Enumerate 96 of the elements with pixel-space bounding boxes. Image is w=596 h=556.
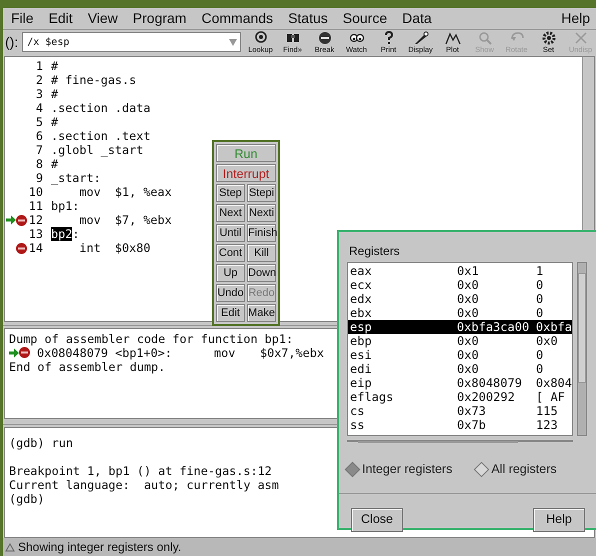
code-line: .globl _start: [51, 143, 144, 157]
menu-item[interactable]: Edit: [48, 8, 73, 29]
code-line: _start:: [51, 171, 101, 185]
argument-label: ():: [5, 32, 20, 52]
line-number: 11: [28, 199, 43, 213]
command-button[interactable]: Make: [247, 304, 276, 322]
line-number: 5: [34, 115, 43, 129]
stop-sign-icon: [316, 30, 332, 46]
register-row[interactable]: edi 0x0 0: [348, 362, 572, 376]
line-number: 14: [28, 241, 43, 255]
code-line: mov $1, %eax: [78, 185, 172, 199]
code-line: .section .data: [51, 101, 150, 115]
command-button[interactable]: Next: [216, 204, 245, 222]
target-icon: [252, 30, 268, 46]
command-button[interactable]: Until: [216, 224, 245, 242]
radio-option[interactable]: Integer registers: [347, 460, 452, 479]
menu-item[interactable]: Source: [342, 8, 388, 29]
register-row[interactable]: ss 0x7b 123: [348, 418, 572, 432]
line-number: 2: [34, 73, 43, 87]
command-button[interactable]: Interrupt: [216, 164, 276, 182]
command-button[interactable]: Finish: [247, 224, 276, 242]
command-button[interactable]: Kill: [247, 244, 276, 262]
dialog-button[interactable]: Close: [351, 508, 403, 532]
register-row[interactable]: eflags 0x200292 [ AF: [348, 390, 572, 404]
line-number: 3: [34, 87, 43, 101]
menu-item[interactable]: File: [11, 8, 34, 29]
radio-label: Integer registers: [362, 461, 452, 478]
command-button[interactable]: Step: [216, 184, 245, 202]
magnifier-icon: [476, 30, 492, 46]
register-row[interactable]: ebx 0x0 0: [348, 306, 572, 320]
instruction-address: 0x08048079 <bp1+0>:: [37, 346, 173, 360]
register-row[interactable]: edx 0x0 0: [348, 292, 572, 306]
scrollbar-thumb[interactable]: [358, 441, 518, 443]
console-line: (gdb) run: [9, 436, 73, 450]
code-line: #: [51, 157, 58, 171]
line-number: 8: [34, 157, 43, 171]
argument-field[interactable]: /x $esp: [22, 32, 241, 52]
triangle-icon: [5, 542, 15, 552]
menu-item[interactable]: Program: [132, 8, 186, 29]
menu-item[interactable]: Help: [561, 8, 590, 29]
horizontal-scrollbar[interactable]: [347, 440, 573, 442]
register-row[interactable]: cs 0x73 115: [348, 404, 572, 418]
dialog-title: Registers: [349, 243, 401, 260]
vertical-scrollbar[interactable]: [577, 262, 587, 436]
command-button[interactable]: Undo: [216, 284, 245, 302]
menu-item[interactable]: Commands: [201, 8, 274, 29]
scrollbar-thumb[interactable]: [578, 273, 586, 383]
instruction-mnemonic: mov: [214, 346, 236, 360]
console-line: Current language: auto; currently asm: [9, 478, 279, 492]
register-row[interactable]: eip 0x8048079 0x804: [348, 376, 572, 390]
code-line: #: [51, 115, 58, 129]
code-line: #: [51, 87, 58, 101]
cross-icon: [572, 30, 588, 46]
code-line: :: [72, 227, 80, 241]
brush-icon: [412, 30, 428, 46]
command-button[interactable]: Edit: [216, 304, 245, 322]
disassembly-footer: End of assembler dump.: [9, 360, 166, 374]
register-row[interactable]: ebp 0x0 0x0: [348, 334, 572, 348]
code-line: # fine-gas.s: [51, 73, 136, 87]
disassembly-header: Dump of assembler code for function bp1:: [9, 332, 294, 346]
gear-icon: [540, 30, 556, 46]
console-line: (gdb): [9, 492, 45, 506]
line-number: 7: [34, 143, 43, 157]
graph-icon: [444, 30, 460, 46]
line-number: 1: [34, 59, 43, 73]
line-number: 9: [34, 171, 43, 185]
command-button[interactable]: Nexti: [247, 204, 276, 222]
register-row[interactable]: eax 0x1 1: [348, 264, 572, 278]
command-button[interactable]: Down: [247, 264, 276, 282]
line-number: 12: [28, 213, 43, 227]
line-number: 6: [34, 129, 43, 143]
code-line: .section .text: [51, 129, 150, 143]
instruction-operands: $0x7,%ebx: [260, 346, 324, 360]
line-number: 13: [28, 227, 43, 241]
radio-option[interactable]: All registers: [476, 460, 557, 479]
command-button[interactable]: Cont: [216, 244, 245, 262]
menu-item[interactable]: Data: [402, 8, 432, 29]
command-button[interactable]: Up: [216, 264, 245, 282]
line-number: 4: [34, 101, 43, 115]
code-line: #: [51, 59, 58, 73]
code-line: int $0x80: [78, 241, 150, 255]
console-line: Breakpoint 1, bp1 () at fine-gas.s:12: [9, 464, 272, 478]
register-row[interactable]: esi 0x0 0: [348, 348, 572, 362]
menu-item[interactable]: View: [88, 8, 118, 29]
line-number: 10: [28, 185, 43, 199]
command-button[interactable]: Stepi: [247, 184, 276, 202]
dialog-button[interactable]: Help: [533, 508, 585, 532]
code-line: mov $7, %ebx: [78, 213, 172, 227]
selected-text: bp2: [51, 227, 72, 241]
menu-item[interactable]: Status: [288, 8, 328, 29]
status-text: Showing integer registers only.: [18, 539, 182, 556]
radio-label: All registers: [491, 461, 557, 478]
dropdown-arrow-icon[interactable]: [228, 37, 238, 47]
register-row[interactable]: esp 0xbfa3ca00 0xbfa: [348, 320, 572, 334]
register-row[interactable]: ecx 0x0 0: [348, 278, 572, 292]
code-line: bp1:: [51, 199, 80, 213]
